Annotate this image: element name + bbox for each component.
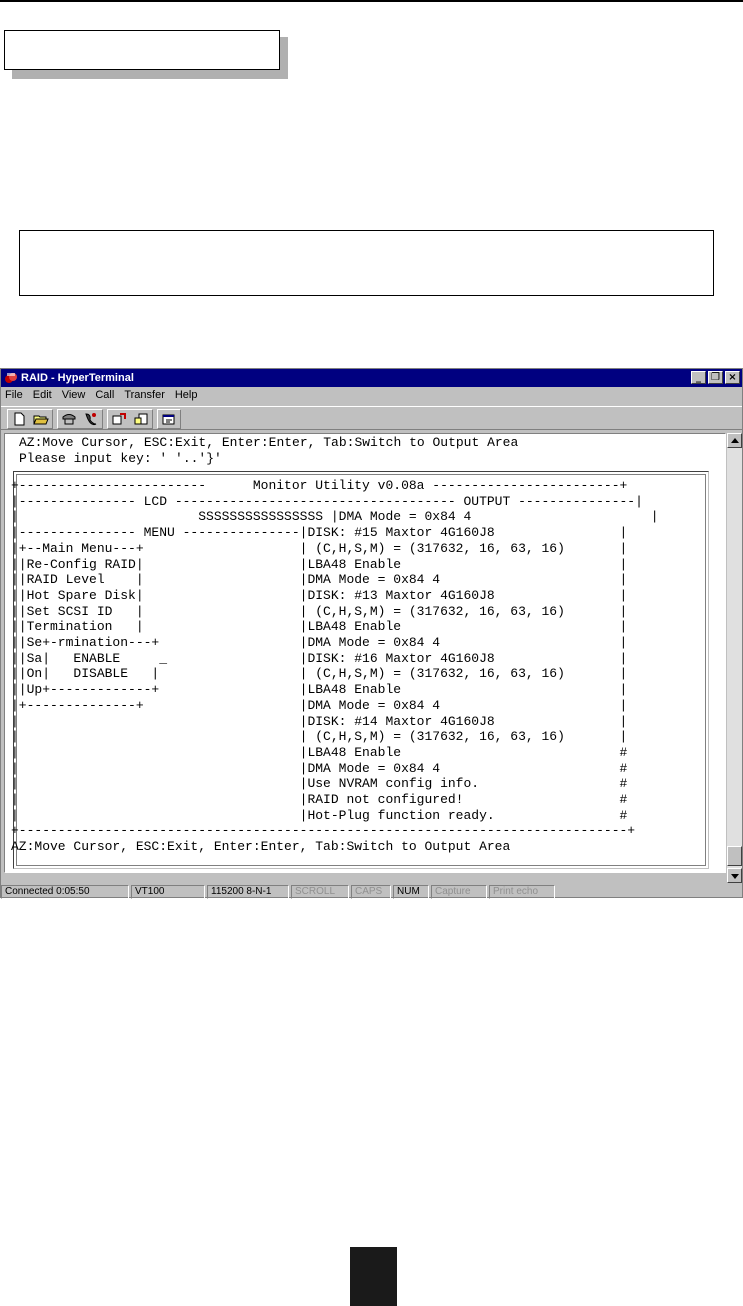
terminal-prompt-line: Please input key: ' '..'}'	[19, 450, 222, 466]
status-cell: SCROLL	[291, 885, 349, 899]
screen-line: ||Set SCSI ID | | (C,H,S,M) = (317632, 1…	[11, 603, 628, 619]
note-box	[19, 230, 714, 296]
screen-line: | |Use NVRAM config info. #	[11, 776, 628, 792]
screen-line: | |DISK: #14 Maxtor 4G160J8 |	[11, 713, 628, 729]
status-cell: VT100	[131, 885, 205, 899]
screen-line: | |Hot-Plug function ready. #	[11, 807, 628, 823]
toolbar-group-transfer	[107, 409, 153, 429]
menu-view[interactable]: View	[57, 388, 91, 404]
menu-edit[interactable]: Edit	[28, 388, 57, 404]
status-cell: CAPS	[351, 885, 391, 899]
screen-line: ||RAID Level | |DMA Mode = 0x84 4 |	[11, 572, 628, 588]
screen-line: ||Sa| ENABLE _ |DISK: #16 Maxtor 4G160J8…	[11, 650, 628, 666]
title-bar[interactable]: RAID - HyperTerminal _ ❐ ×	[1, 369, 742, 387]
restore-button[interactable]: ❐	[708, 371, 723, 384]
new-icon[interactable]	[8, 410, 30, 428]
screen-line: | |DMA Mode = 0x84 4 #	[11, 760, 628, 776]
screen-line: | SSSSSSSSSSSSSSSS |DMA Mode = 0x84 4 |	[11, 509, 659, 525]
screen-line: ||Up+-------------+ |LBA48 Enable |	[11, 682, 628, 698]
terminal-help-line: AZ:Move Cursor, ESC:Exit, Enter:Enter, T…	[19, 435, 519, 450]
send-icon[interactable]	[108, 410, 130, 428]
close-button[interactable]: ×	[725, 371, 740, 384]
menu-help[interactable]: Help	[170, 388, 203, 404]
screen-line: AZ:Move Cursor, ESC:Exit, Enter:Enter, T…	[11, 839, 511, 855]
toolbar	[1, 406, 742, 430]
screen-line: ||Re-Config RAID| |LBA48 Enable |	[11, 556, 628, 572]
disconnect-icon[interactable]	[80, 410, 102, 428]
menu-file[interactable]: File	[1, 388, 28, 404]
toolbar-group-props	[157, 409, 181, 429]
arrow-up-icon	[731, 438, 739, 443]
screen-line: ||Termination | |LBA48 Enable |	[11, 619, 628, 635]
receive-icon[interactable]	[130, 410, 152, 428]
open-icon[interactable]	[30, 410, 52, 428]
screen-line: ||On| DISABLE | | (C,H,S,M) = (317632, 1…	[11, 666, 628, 682]
screen-line: +---------------------------------------…	[11, 823, 636, 839]
scroll-down-button[interactable]	[727, 868, 742, 883]
status-cell: NUM	[393, 885, 429, 899]
minimize-button[interactable]: _	[691, 371, 706, 384]
scroll-thumb[interactable]	[727, 846, 742, 866]
screen-line: |--------------- MENU ---------------|DI…	[11, 525, 628, 541]
window-title: RAID - HyperTerminal	[21, 372, 134, 384]
status-cell: 115200 8-N-1	[207, 885, 289, 899]
hyperterminal-window: RAID - HyperTerminal _ ❐ × File Edit Vie…	[0, 368, 743, 899]
screen-line: |+--Main Menu---+ | (C,H,S,M) = (317632,…	[11, 540, 628, 556]
status-cell: Connected 0:05:50	[1, 885, 129, 899]
title-box	[4, 30, 280, 70]
status-cell: Capture	[431, 885, 487, 899]
menu-call[interactable]: Call	[90, 388, 119, 404]
screen-line: |--------------- LCD -------------------…	[11, 493, 643, 509]
screen-line: +------------------------ Monitor Utilit…	[11, 478, 628, 493]
screen-line: ||Hot Spare Disk| |DISK: #13 Maxtor 4G16…	[11, 587, 628, 603]
screen-line: |+--------------+ |DMA Mode = 0x84 4 |	[11, 697, 628, 713]
screen-line: | | (C,H,S,M) = (317632, 16, 63, 16) |	[11, 729, 628, 745]
screen-line: | |RAID not configured! #	[11, 792, 628, 808]
terminal-area[interactable]: AZ:Move Cursor, ESC:Exit, Enter:Enter, T…	[4, 433, 726, 873]
page-number-tab	[350, 1247, 397, 1306]
vertical-scrollbar[interactable]	[727, 433, 742, 883]
menu-transfer[interactable]: Transfer	[119, 388, 170, 404]
toolbar-group-file	[7, 409, 53, 429]
status-cell: Print echo	[489, 885, 555, 899]
scroll-up-button[interactable]	[727, 433, 742, 448]
monitor-screen: +------------------------ Monitor Utilit…	[11, 478, 659, 855]
toolbar-group-call	[57, 409, 103, 429]
arrow-down-icon	[731, 874, 739, 879]
connect-icon[interactable]	[58, 410, 80, 428]
menu-bar: File Edit View Call Transfer Help	[1, 388, 742, 404]
top-rule	[0, 0, 743, 2]
screen-line: | |LBA48 Enable #	[11, 744, 628, 760]
hyperterminal-icon	[5, 373, 17, 383]
terminal-header: AZ:Move Cursor, ESC:Exit, Enter:Enter, T…	[19, 435, 518, 466]
screen-line: ||Se+-rmination---+ |DMA Mode = 0x84 4 |	[11, 635, 628, 651]
properties-icon[interactable]	[158, 410, 180, 428]
status-bar: Connected 0:05:50 VT100 115200 8-N-1 SCROLL…	[1, 885, 742, 899]
